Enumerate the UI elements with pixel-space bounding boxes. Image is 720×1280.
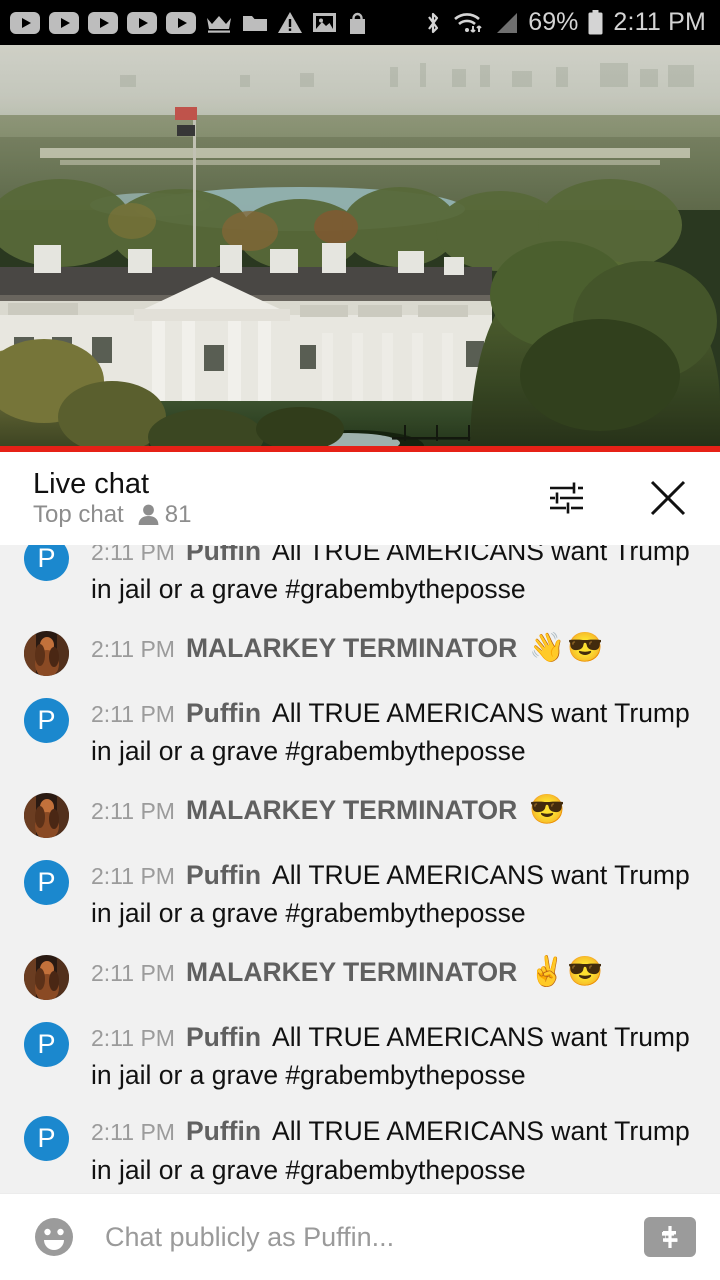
avatar-photo[interactable] [24, 792, 69, 838]
avatar-photo[interactable] [24, 630, 69, 676]
folder-icon [243, 15, 267, 31]
message-author[interactable]: MALARKEY TERMINATOR [186, 795, 517, 825]
message-text: All TRUE AMERICANS want Trump in jail or… [91, 697, 690, 767]
status-bar-left-icons [10, 11, 369, 35]
message-author[interactable]: Puffin [186, 698, 261, 728]
emoji-smiley-icon [35, 1218, 73, 1256]
avatar-letter: P [37, 866, 56, 897]
chat-message-body: 2:11 PM MALARKEY TERMINATOR 👋😎 [91, 627, 631, 676]
chat-message-body: 2:11 PM Puffin All TRUE AMERICANS want Tru… [91, 856, 720, 933]
image-icon [313, 13, 336, 32]
avatar-initial[interactable]: P [24, 859, 69, 905]
status-bar-right-group: 69% 2:11 PM [423, 9, 706, 37]
chat-message[interactable]: P 2:11 PM Puffin All TRUE AMERICANS want Tr… [0, 1103, 720, 1193]
chat-message[interactable]: P 2:11 PM Puffin All TRUE AMERICANS want Tr… [0, 685, 720, 780]
chat-messages-container: P 2:11 PM Puffin All TRUE AMERICANS want Tr… [0, 545, 720, 1193]
message-author[interactable]: Puffin [186, 545, 261, 566]
super-chat-button[interactable] [644, 1217, 696, 1257]
message-text: All TRUE AMERICANS want Trump in jail or… [91, 1021, 690, 1090]
avatar-initial[interactable]: P [24, 1021, 69, 1067]
youtube-play-icon [166, 11, 196, 34]
status-bar: 69% 2:11 PM [0, 0, 720, 45]
chat-mode-label[interactable]: Top chat [33, 501, 124, 528]
chat-composer-bar [0, 1193, 720, 1280]
chat-message[interactable]: P 2:11 PM Puffin All TRUE AMERICANS want Tr… [0, 545, 720, 618]
bluetooth-icon [428, 12, 439, 33]
chat-message-body: 2:11 PM Puffin All TRUE AMERICANS want Tru… [91, 1112, 720, 1189]
chat-message-body: 2:11 PM MALARKEY TERMINATOR 😎 [91, 789, 593, 838]
chat-input[interactable] [105, 1221, 644, 1253]
message-timestamp: 2:11 PM [91, 1024, 175, 1051]
video-player[interactable] [0, 45, 720, 452]
message-emoji: ✌️😎 [529, 955, 606, 988]
chat-settings-button[interactable] [542, 474, 590, 522]
message-author[interactable]: Puffin [186, 1022, 261, 1052]
chat-message-body: 2:11 PM Puffin All TRUE AMERICANS want Tru… [91, 694, 720, 771]
viewer-count-group: 81 [137, 501, 192, 529]
dollar-icon [662, 1226, 678, 1248]
message-timestamp: 2:11 PM [91, 797, 175, 824]
message-timestamp: 2:11 PM [91, 862, 175, 889]
chat-message[interactable]: P 2:11 PM Puffin All TRUE AMERICANS want Tr… [0, 1009, 720, 1104]
chat-message[interactable]: 2:11 PM MALARKEY TERMINATOR ✌️😎 [0, 942, 720, 1009]
avatar-letter: P [37, 704, 56, 735]
video-frame-image [0, 45, 720, 452]
avatar-initial[interactable]: P [24, 697, 69, 743]
chat-header-text-group: Live chat Top chat 81 [33, 468, 191, 529]
chat-message-body: 2:11 PM Puffin All TRUE AMERICANS want Tru… [91, 545, 720, 609]
message-text: All TRUE AMERICANS want Trump in jail or… [91, 859, 690, 929]
youtube-live-chat-screen: 69% 2:11 PM Live chat Top chat 81 P 2:11… [0, 0, 720, 1280]
avatar-photo-image [24, 954, 69, 1000]
close-icon [650, 480, 686, 516]
youtube-play-icon [10, 11, 40, 34]
message-author[interactable]: Puffin [186, 860, 261, 890]
close-chat-button[interactable] [644, 474, 692, 522]
message-author[interactable]: MALARKEY TERMINATOR [186, 633, 517, 663]
chat-message-body: 2:11 PM Puffin All TRUE AMERICANS want Tru… [91, 1018, 720, 1095]
avatar-letter: P [37, 1123, 56, 1154]
chat-message[interactable]: 2:11 PM MALARKEY TERMINATOR 👋😎 [0, 618, 720, 685]
chat-title: Live chat [33, 467, 150, 500]
wifi-icon [454, 12, 482, 33]
shopping-bag-icon [350, 12, 365, 34]
message-author[interactable]: Puffin [186, 1116, 261, 1146]
tune-icon [550, 482, 583, 514]
youtube-play-icon [127, 11, 157, 34]
message-timestamp: 2:11 PM [91, 635, 175, 662]
emoji-picker-button[interactable] [29, 1212, 79, 1262]
youtube-play-icon [49, 11, 79, 34]
youtube-play-icon [88, 11, 118, 34]
chat-header-actions [542, 474, 692, 522]
chat-message-body: 2:11 PM MALARKEY TERMINATOR ✌️😎 [91, 951, 631, 1000]
chat-message[interactable]: 2:11 PM MALARKEY TERMINATOR 😎 [0, 780, 720, 847]
battery-icon [588, 9, 603, 34]
chat-subtitle-row: Top chat 81 [33, 501, 192, 529]
message-text: All TRUE AMERICANS want Trump in jail or… [91, 1116, 690, 1185]
crown-icon [207, 15, 231, 33]
chat-message-list[interactable]: P 2:11 PM Puffin All TRUE AMERICANS want Tr… [0, 545, 720, 1193]
avatar-initial[interactable]: P [24, 1116, 69, 1162]
warning-triangle-icon [278, 12, 302, 33]
message-timestamp: 2:11 PM [91, 700, 175, 727]
message-text: All TRUE AMERICANS want Trump in jail or… [91, 545, 690, 605]
message-timestamp: 2:11 PM [91, 1119, 175, 1146]
message-emoji: 😎 [529, 793, 568, 826]
message-timestamp: 2:11 PM [91, 545, 175, 565]
status-bar-clock: 2:11 PM [613, 8, 706, 36]
cell-signal-icon [497, 12, 518, 33]
person-icon [138, 504, 159, 526]
message-author[interactable]: MALARKEY TERMINATOR [186, 957, 517, 987]
chat-message[interactable]: P 2:11 PM Puffin All TRUE AMERICANS want Tr… [0, 847, 720, 942]
battery-percent-label: 69% [528, 8, 579, 36]
viewer-count-label: 81 [164, 501, 192, 529]
avatar-photo[interactable] [24, 954, 69, 1000]
avatar-letter: P [37, 1028, 56, 1059]
message-emoji: 👋😎 [529, 631, 606, 664]
avatar-letter: P [37, 545, 56, 573]
avatar-initial[interactable]: P [24, 545, 69, 581]
live-chat-header: Live chat Top chat 81 [0, 452, 720, 544]
message-timestamp: 2:11 PM [91, 959, 175, 986]
avatar-photo-image [24, 792, 69, 838]
avatar-photo-image [24, 630, 69, 676]
